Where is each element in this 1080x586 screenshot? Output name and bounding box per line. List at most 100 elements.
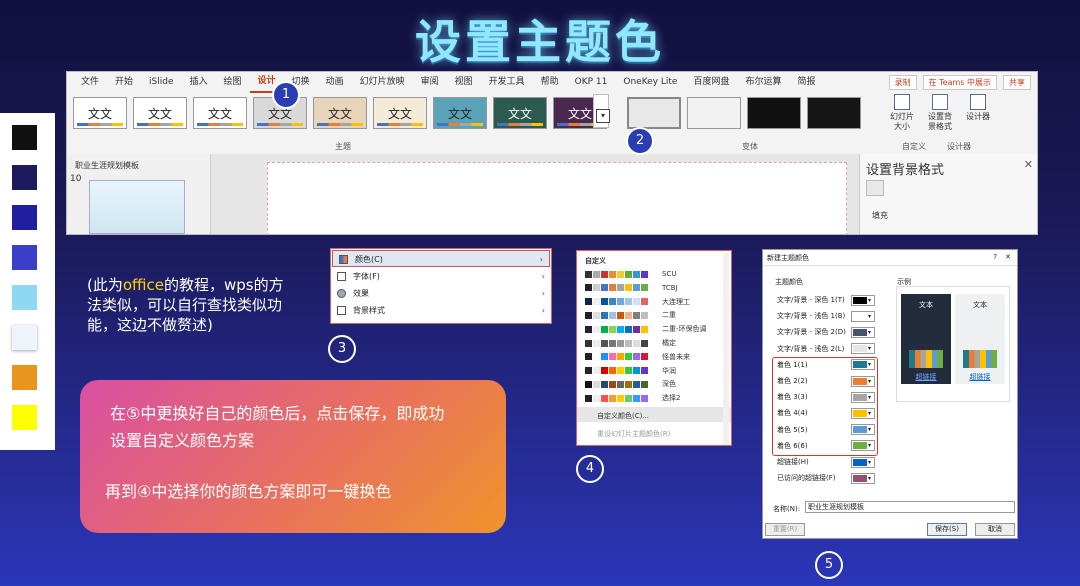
tab-item[interactable]: OneKey Lite [615,72,685,92]
tab-item[interactable]: 帮助 [533,72,567,92]
menu-item-effects[interactable]: 效果 › [331,285,551,302]
save-button[interactable]: 保存(S) [927,523,967,536]
chevron-down-icon[interactable]: ▾ [596,109,610,123]
ribbon-action-button[interactable]: 在 Teams 中展示 [922,74,997,90]
slide-size-button[interactable]: 幻灯片大小 [887,94,917,132]
page-title: 设置主题色 [415,15,665,69]
step-1-marker: 1 [272,81,300,109]
theme-color-label: 文字/背景 - 浅色 2(L) [777,344,845,353]
theme-color-row: 文字/背景 - 深色 2(D) ▾ [777,325,875,339]
color-picker-dropdown[interactable]: ▾ [851,294,875,306]
tab-item[interactable]: OKP 11 [567,72,616,92]
tab-item[interactable]: iSlide [141,72,181,92]
menu-item-background-styles[interactable]: 背景样式 › [331,302,551,319]
slide-number: 10 [70,174,82,184]
tip-box: 在⑤中更换好自己的颜色后，点击保存，即成功 设置自定义颜色方案 再到④中选择你的… [80,380,506,533]
slide-thumbnail[interactable] [89,180,185,234]
fill-section-label[interactable]: 填充 [872,210,888,221]
color-picker-dropdown[interactable]: ▾ [851,343,875,355]
tab-item[interactable]: 简报 [790,72,824,92]
color-scheme-item[interactable]: 橘定 [585,338,676,348]
color-scheme-list: 自定义 自定义颜色(C)... 重设幻灯片主题颜色(R) SCU TCBJ 大连理工… [576,250,732,446]
scheme-name: 橘定 [662,339,676,347]
tab-item[interactable]: 布尔运算 [738,72,790,92]
paint-bucket-icon[interactable] [866,180,884,196]
color-scheme-item[interactable]: 二重-环保色调 [585,324,707,334]
chevron-down-icon: ▾ [868,474,872,482]
scheme-name: 二重 [662,311,676,320]
custom-colors-link[interactable]: 自定义颜色(C)... [597,411,649,421]
variant-thumb[interactable] [687,97,741,129]
group-label-variants: 变体 [742,142,758,151]
color-swatch [12,325,37,350]
chevron-down-icon: ▾ [868,345,872,353]
reset-button[interactable]: 重置(R) [765,523,805,536]
tab-item[interactable]: 绘图 [216,72,250,92]
scrollbar[interactable] [723,253,729,445]
theme-thumb[interactable]: 文文 [133,97,187,129]
ribbon-action-button[interactable]: 共享 [1003,74,1031,90]
color-scheme-item[interactable]: 怪兽未来 [585,352,690,362]
tab-item[interactable]: 插入 [182,72,216,92]
scheme-swatches [585,284,648,292]
theme-color-row: 文字/背景 - 浅色 1(B) ▾ [777,309,875,323]
theme-color-label: 文字/背景 - 深色 2(D) [777,328,846,337]
reset-theme-colors-link[interactable]: 重设幻灯片主题颜色(R) [597,429,670,439]
color-picker-dropdown[interactable]: ▾ [851,326,875,338]
tip-line-2: 设置自定义颜色方案 [110,431,255,450]
menu-item-fonts[interactable]: 字体(F) › [331,268,551,285]
designer-button[interactable]: 设计器 [963,94,993,132]
theme-thumb[interactable]: 文文 [433,97,487,129]
close-icon[interactable]: ✕ [1024,158,1033,171]
tip-line-1: 在⑤中更换好自己的颜色后，点击保存，即成功 [110,404,445,423]
ribbon-action-button[interactable]: 录制 [888,74,917,90]
format-pane-title: 设置背景格式 [866,163,945,178]
background-styles-icon [337,306,346,315]
name-input[interactable]: 职业生涯规划模板 [805,501,1015,513]
theme-thumb[interactable]: 文文 [193,97,247,129]
slide-canvas[interactable] [267,162,847,234]
menu-item-colors[interactable]: 颜色(C) › [332,250,550,267]
color-picker-dropdown[interactable]: ▾ [851,310,875,322]
help-icon[interactable]: ? [993,253,997,261]
tab-item[interactable]: 开发工具 [481,72,533,92]
cancel-button[interactable]: 取消 [975,523,1015,536]
color-scheme-item[interactable]: 大连理工 [585,297,690,307]
color-scheme-item[interactable]: 二重 [585,310,676,320]
color-scheme-item[interactable]: 选择2 [585,393,680,403]
theme-thumb[interactable]: 文文 [373,97,427,129]
tab-item[interactable]: 幻灯片放映 [352,72,413,92]
tab-item[interactable]: 开始 [107,72,141,92]
color-scheme-item[interactable]: 华润 [585,366,676,376]
close-icon[interactable]: ✕ [1005,253,1011,261]
color-picker-dropdown[interactable]: ▾ [851,472,875,484]
scheme-name: 怪兽未来 [662,352,690,361]
step-2-marker: 2 [626,127,654,155]
outline-section-title: 职业生涯规划模板 [75,161,139,170]
tab-item[interactable]: 审阅 [413,72,447,92]
theme-thumb[interactable]: 文文 [313,97,367,129]
color-picker-dropdown[interactable]: ▾ [851,456,875,468]
slide-size-icon [894,94,910,110]
preview-dark: 文本 超链接 [901,294,951,384]
theme-thumb[interactable]: 文文 [73,97,127,129]
ppt-ribbon-screenshot: 文件 开始 iSlide 插入 绘图 设计 切换 动画 幻灯片放映 审阅 视图 开发工具 帮助 OKP 1… [66,71,1038,235]
theme-thumb[interactable]: 文文 [493,97,547,129]
color-scheme-item[interactable]: SCU [585,269,676,279]
format-background-button[interactable]: 设置背景格式 [925,94,955,132]
color-scheme-item[interactable]: TCBJ [585,283,678,293]
variant-thumb[interactable] [747,97,801,129]
chevron-right-icon: › [539,255,543,264]
slide-thumbnails-pane: 职业生涯规划模板 10 [67,154,211,234]
tab-item[interactable]: 百度网盘 [685,72,737,92]
dialog-title: 新建主题颜色 [763,250,1017,266]
variant-thumb[interactable] [807,97,861,129]
chevron-down-icon: ▾ [868,296,872,304]
variant-thumb[interactable] [627,97,681,129]
tab-item[interactable]: 动画 [318,72,352,92]
tab-item[interactable]: 文件 [73,72,107,92]
tab-item[interactable]: 视图 [447,72,481,92]
color-scheme-item[interactable]: 深色 [585,379,676,389]
scheme-swatches [585,325,648,333]
scheme-swatches [585,298,648,306]
